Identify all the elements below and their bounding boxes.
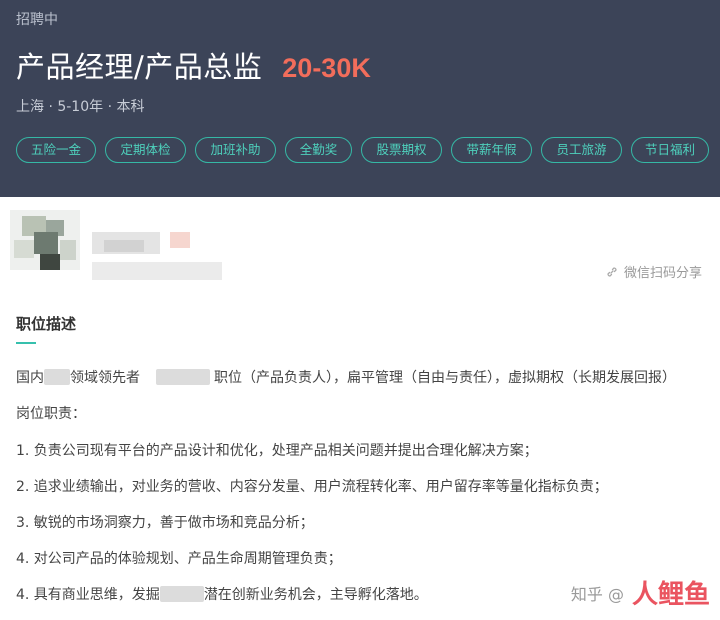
watermark-text: 知乎 @ <box>570 584 624 604</box>
duty-text: 4. 具有商业思维，发掘 <box>16 587 160 603</box>
link-icon <box>607 266 617 277</box>
watermark-logo: 人鲤鱼 <box>631 580 710 610</box>
benefit-tag: 节日福利 <box>631 137 709 163</box>
salary: 20-30K <box>282 53 371 83</box>
benefit-tag: 员工旅游 <box>541 137 622 163</box>
benefit-tags: 五险一金 定期体检 加班补助 全勤奖 股票期权 带薪年假 员工旅游 节日福利 <box>16 137 718 163</box>
title-row: 产品经理/产品总监 20-30K <box>16 44 371 86</box>
recruiter-company-blur <box>92 262 222 280</box>
section-title: 职位描述 <box>16 315 77 333</box>
duty-item: 4. 具有商业思维，发掘 潜在创新业务机会，主导孵化落地。 <box>16 584 428 604</box>
share-label: 微信扫码分享 <box>623 266 702 281</box>
benefit-tag: 五险一金 <box>16 137 96 163</box>
benefit-tag: 带薪年假 <box>451 137 532 163</box>
intro-text: 领域领先者 <box>70 370 140 386</box>
duties-heading: 岗位职责： <box>16 406 86 422</box>
job-header: 招聘中 产品经理/产品总监 20-30K 上海 · 5-10年 · 本科 五险一… <box>0 0 720 197</box>
intro-line: 国内 领域领先者 职位（产品负责人），扁平管理（自由与责任），虚拟期权（长期发展回报… <box>16 367 676 387</box>
duty-item: 1. 负责公司现有平台的产品设计和优化，处理产品相关问题并提出合理化解决方案； <box>16 443 538 459</box>
recruiter-name-blur <box>104 240 144 252</box>
redacted-text <box>156 369 210 385</box>
intro-text: 职位（产品负责人），扁平管理（自由与责任），虚拟期权（长期发展回报） <box>214 370 676 386</box>
recruiter-avatar[interactable] <box>10 210 80 270</box>
redacted-text <box>159 586 204 602</box>
benefit-tag: 股票期权 <box>361 137 442 163</box>
benefit-tag: 定期体检 <box>105 137 186 163</box>
job-meta: 上海 · 5-10年 · 本科 <box>16 99 145 115</box>
duty-item: 3. 敏锐的市场洞察力，善于做市场和竞品分析； <box>16 515 314 531</box>
wechat-share-button[interactable]: 微信扫码分享 <box>606 262 702 281</box>
watermark: 知乎 @ 人鲤鱼 <box>571 574 710 611</box>
duty-item: 2. 追求业绩输出，对业务的营收、内容分发量、用户流程转化率、用户留存率等量化指… <box>16 479 608 495</box>
benefit-tag: 全勤奖 <box>285 137 352 163</box>
section-underline <box>16 342 36 344</box>
redacted-text <box>44 369 70 385</box>
intro-text: 国内 <box>16 370 44 386</box>
recruiting-status: 招聘中 <box>16 12 58 28</box>
duty-text: 潜在创新业务机会，主导孵化落地。 <box>203 587 428 603</box>
benefit-tag: 加班补助 <box>195 137 276 163</box>
duty-item: 4. 对公司产品的体验规划、产品生命周期管理负责； <box>16 551 342 567</box>
job-title: 产品经理/产品总监 <box>16 50 263 84</box>
recruiter-badge-blur <box>170 232 190 248</box>
